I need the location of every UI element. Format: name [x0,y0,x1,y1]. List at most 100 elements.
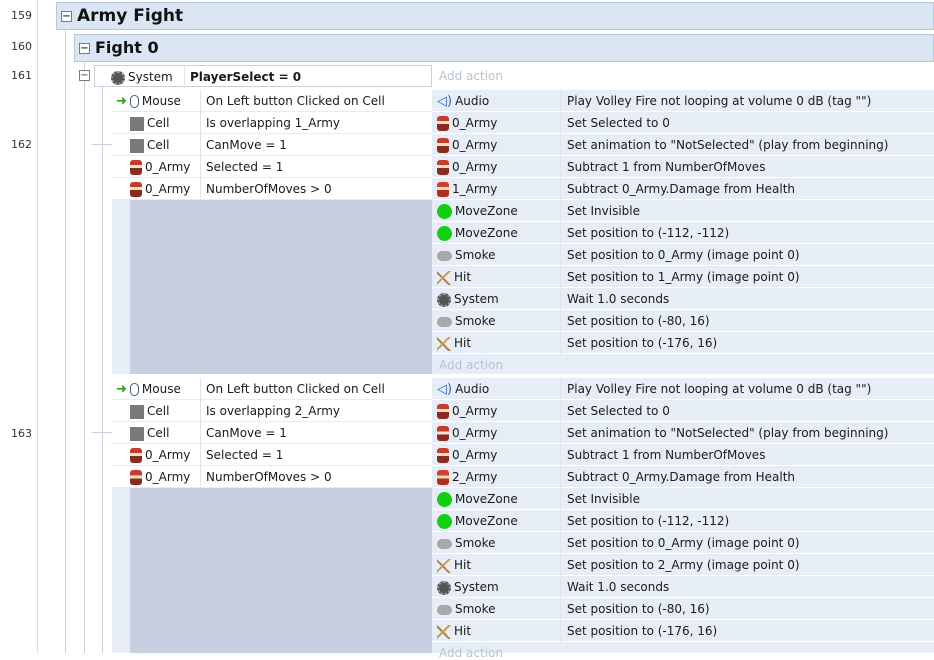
zone-icon [437,492,452,507]
army-icon [130,160,142,175]
collapse-icon[interactable]: − [61,11,72,22]
action-row[interactable]: MoveZone Set Invisible [432,488,934,510]
action-object: 0_Army [452,160,498,174]
condition-text: On Left button Clicked on Cell [206,94,385,108]
action-text: Set position to 2_Army (image point 0) [567,558,800,572]
action-row[interactable]: Smoke Set position to 0_Army (image point… [432,532,934,554]
action-row[interactable]: 0_Army Set animation to "NotSelected" (pl… [432,134,934,156]
action-object: Hit [454,558,472,572]
condition-text: NumberOfMoves > 0 [206,470,332,484]
action-row[interactable]: MoveZone Set position to (-112, -112) [432,510,934,532]
group-fight-0[interactable]: − Fight 0 [74,34,934,62]
action-text: Set Selected to 0 [567,116,670,130]
condition-row[interactable]: 0_Army NumberOfMoves > 0 [112,466,432,488]
army-icon [437,116,449,131]
action-row[interactable]: Smoke Set position to (-80, 16) [432,598,934,620]
condition-row[interactable]: ➜ Mouse On Left button Clicked on Cell [112,90,432,112]
action-row[interactable]: MoveZone Set Invisible [432,200,934,222]
condition-object: Mouse [141,382,181,396]
audio-icon: ◁) [437,381,453,397]
collapse-icon[interactable]: − [79,43,90,54]
action-row[interactable]: 1_Army Subtract 0_Army.Damage from Health [432,178,934,200]
action-row[interactable]: MoveZone Set position to (-112, -112) [432,222,934,244]
condition-row[interactable]: ➜ Mouse On Left button Clicked on Cell [112,378,432,400]
add-action-link[interactable]: Add action [439,646,503,660]
action-row[interactable]: 0_Army Set animation to "NotSelected" (pl… [432,422,934,444]
condition-row[interactable]: Cell Is overlapping 2_Army [112,400,432,422]
action-text: Play Volley Fire not looping at volume 0… [567,94,872,108]
action-row[interactable]: System Wait 1.0 seconds [432,288,934,310]
action-row[interactable]: 0_Army Subtract 1 from NumberOfMoves [432,156,934,178]
hit-icon [437,558,451,573]
trigger-arrow-icon: ➜ [116,381,127,397]
action-text: Set Invisible [567,204,641,218]
event-161-condition[interactable]: System PlayerSelect = 0 [94,65,432,88]
condition-row[interactable]: Cell CanMove = 1 [112,422,432,444]
action-row[interactable]: ◁) Audio Play Volley Fire not looping at v… [432,378,934,400]
action-object: Smoke [455,314,496,328]
action-text: Set position to 1_Army (image point 0) [567,270,800,284]
condition-text: Is overlapping 1_Army [206,116,341,130]
condition-text: Is overlapping 2_Army [206,404,341,418]
action-text: Set animation to "NotSelected" (play fro… [567,426,889,440]
trigger-arrow-icon: ➜ [116,93,127,109]
collapse-icon[interactable]: − [79,70,90,81]
line-number-161: 161 [11,69,32,82]
action-row[interactable]: 0_Army Set Selected to 0 [432,112,934,134]
army-icon [130,182,142,197]
condition-object: System [128,70,173,84]
action-object: 0_Army [452,116,498,130]
tree-line [102,80,103,653]
group-army-fight[interactable]: − Army Fight [56,2,934,30]
action-row[interactable]: Hit Set position to (-176, 16) [432,332,934,354]
action-row[interactable]: Smoke Set position to 0_Army (image point… [432,244,934,266]
action-row[interactable]: 2_Army Subtract 0_Army.Damage from Health [432,466,934,488]
action-row[interactable]: Smoke Set position to (-80, 16) [432,310,934,332]
condition-row[interactable]: 0_Army Selected = 1 [112,156,432,178]
condition-object: Cell [147,404,170,418]
condition-text: Selected = 1 [206,160,284,174]
army-icon [437,426,449,441]
event-163-condition-panel [130,488,432,653]
action-object: MoveZone [455,514,518,528]
gear-icon [437,580,451,595]
action-text: Set position to (-112, -112) [567,226,730,240]
smoke-icon [437,538,452,549]
condition-row[interactable]: 0_Army NumberOfMoves > 0 [112,178,432,200]
action-object: Audio [455,94,490,108]
action-row[interactable]: 0_Army Set Selected to 0 [432,400,934,422]
action-object: 0_Army [452,138,498,152]
add-action-link[interactable]: Add action [439,358,503,372]
action-text: Set position to 0_Army (image point 0) [567,536,800,550]
action-row[interactable]: ◁) Audio Play Volley Fire not looping at v… [432,90,934,112]
action-row[interactable]: System Wait 1.0 seconds [432,576,934,598]
action-text: Set position to 0_Army (image point 0) [567,248,800,262]
mouse-icon [129,95,139,108]
event-161-collapse[interactable]: − [79,70,90,81]
condition-row[interactable]: 0_Army Selected = 1 [112,444,432,466]
army-icon [437,138,449,153]
action-object: System [454,580,499,594]
condition-text: Selected = 1 [206,448,284,462]
action-text: Set position to (-176, 16) [567,624,718,638]
condition-text: CanMove = 1 [206,138,287,152]
condition-object: Cell [147,426,170,440]
cell-icon [130,116,144,131]
action-text: Set position to (-112, -112) [567,514,730,528]
action-row[interactable]: Hit Set position to 1_Army (image point 0… [432,266,934,288]
action-text: Subtract 1 from NumberOfMoves [567,160,766,174]
action-object: MoveZone [455,492,518,506]
event-162-condition-panel [130,200,432,374]
condition-row[interactable]: Cell Is overlapping 1_Army [112,112,432,134]
action-text: Subtract 1 from NumberOfMoves [567,448,766,462]
cell-icon [130,404,144,419]
action-row[interactable]: 0_Army Subtract 1 from NumberOfMoves [432,444,934,466]
add-action-link[interactable]: Add action [439,69,503,83]
condition-row[interactable]: Cell CanMove = 1 [112,134,432,156]
action-row[interactable]: Hit Set position to (-176, 16) [432,620,934,642]
action-row[interactable]: Hit Set position to 2_Army (image point 0… [432,554,934,576]
group-title: Fight 0 [95,38,159,57]
condition-text: NumberOfMoves > 0 [206,182,332,196]
line-number-163: 163 [11,427,32,440]
action-object: 2_Army [452,470,498,484]
